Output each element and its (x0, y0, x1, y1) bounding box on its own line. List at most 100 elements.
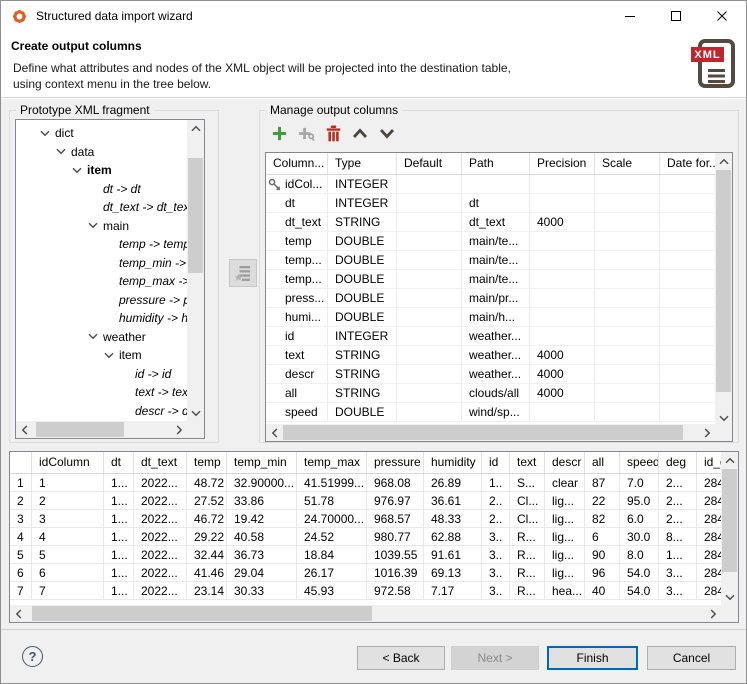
scroll-left-arrow-icon[interactable] (10, 605, 27, 622)
tree-node[interactable]: temp_min -> temp_min (16, 254, 187, 273)
scrollbar-thumb[interactable] (716, 170, 731, 392)
tree-node[interactable]: data (16, 143, 187, 162)
scrollbar-thumb[interactable] (32, 606, 372, 621)
table-cell[interactable]: weather... (462, 346, 530, 365)
output-column-row[interactable]: dtINTEGERdt (266, 194, 717, 213)
close-button[interactable] (699, 1, 745, 31)
table-cell[interactable]: DOUBLE (328, 308, 397, 327)
tree-node[interactable]: main (16, 217, 187, 236)
table-cell[interactable]: DOUBLE (328, 232, 397, 251)
table-cell[interactable]: INTEGER (328, 327, 397, 346)
column-header[interactable]: Default (397, 153, 462, 174)
table-cell[interactable] (595, 194, 660, 213)
table-cell[interactable]: temp... (266, 270, 328, 289)
table-cell[interactable]: clouds/all (462, 384, 530, 403)
preview-horizontal-scrollbar[interactable] (10, 605, 721, 622)
column-header[interactable]: temp_max (297, 452, 367, 473)
tree-node[interactable]: item (16, 346, 187, 365)
table-cell[interactable] (595, 175, 660, 194)
move-down-button[interactable] (376, 123, 398, 143)
table-cell[interactable]: press... (266, 289, 328, 308)
output-column-row[interactable]: descrSTRINGweather...4000 (266, 365, 717, 384)
scroll-up-arrow-icon[interactable] (715, 153, 732, 170)
table-cell[interactable] (660, 175, 717, 194)
table-cell[interactable] (660, 232, 717, 251)
column-header[interactable]: Precision (530, 153, 595, 174)
table-cell[interactable] (595, 403, 660, 422)
table-cell[interactable]: main/te... (462, 232, 530, 251)
table-cell[interactable]: DOUBLE (328, 403, 397, 422)
table-cell[interactable]: 4000 (530, 346, 595, 365)
table-cell[interactable] (660, 213, 717, 232)
tree-node[interactable]: dt_text -> dt_text (16, 198, 187, 217)
table-cell[interactable]: DOUBLE (328, 270, 397, 289)
chevron-down-icon[interactable] (104, 352, 119, 359)
column-header[interactable]: Scale (595, 153, 660, 174)
table-cell[interactable] (530, 308, 595, 327)
chevron-down-icon[interactable] (56, 148, 71, 155)
table-cell[interactable] (660, 270, 717, 289)
output-column-row[interactable]: tempDOUBLEmain/te... (266, 232, 717, 251)
column-header[interactable]: Path (462, 153, 530, 174)
table-cell[interactable] (397, 346, 462, 365)
preview-row[interactable]: 221...2022...27.5233.8651.78976.9736.612… (10, 492, 721, 510)
output-column-row[interactable]: idINTEGER weather... (266, 327, 717, 346)
column-header[interactable]: all (585, 452, 620, 473)
column-header[interactable]: Date for.. (660, 153, 717, 174)
scroll-right-arrow-icon[interactable] (698, 424, 715, 441)
table-cell[interactable] (530, 175, 595, 194)
columns-horizontal-scrollbar[interactable] (266, 424, 715, 441)
column-header[interactable]: temp_min (227, 452, 297, 473)
table-cell[interactable] (595, 346, 660, 365)
table-cell[interactable] (660, 365, 717, 384)
output-column-row[interactable]: textSTRINGweather...4000 (266, 346, 717, 365)
output-column-row[interactable]: temp...DOUBLEmain/te... (266, 270, 717, 289)
output-column-row[interactable]: dt_textSTRINGdt_text4000 (266, 213, 717, 232)
table-cell[interactable] (530, 251, 595, 270)
table-cell[interactable] (530, 403, 595, 422)
table-cell[interactable]: weather... (462, 327, 530, 346)
delete-column-button[interactable] (322, 123, 344, 143)
table-cell[interactable]: dt_text (462, 213, 530, 232)
column-header[interactable]: humidity (424, 452, 482, 473)
table-cell[interactable]: dt (462, 194, 530, 213)
table-cell[interactable] (595, 232, 660, 251)
preview-row[interactable]: 661...2022...41.4629.0426.171016.3969.13… (10, 564, 721, 582)
scrollbar-thumb[interactable] (283, 425, 683, 440)
table-cell[interactable] (530, 270, 595, 289)
tree-node[interactable]: humidity -> humidity (16, 309, 187, 328)
output-column-row[interactable]: allSTRINGclouds/all4000 (266, 384, 717, 403)
table-cell[interactable]: temp... (266, 251, 328, 270)
column-header[interactable]: temp (187, 452, 227, 473)
add-key-column-button[interactable] (295, 123, 317, 143)
table-cell[interactable] (595, 365, 660, 384)
table-cell[interactable]: STRING (328, 213, 397, 232)
scroll-up-arrow-icon[interactable] (187, 120, 204, 137)
finish-button[interactable]: Finish (547, 646, 638, 670)
table-cell[interactable] (595, 308, 660, 327)
table-cell[interactable] (660, 346, 717, 365)
table-cell[interactable] (530, 194, 595, 213)
scroll-up-arrow-icon[interactable] (721, 452, 738, 469)
preview-row[interactable]: 771...2022...23.1430.3345.93972.587.173.… (10, 582, 721, 600)
table-cell[interactable] (595, 270, 660, 289)
table-cell[interactable]: id (266, 327, 328, 346)
table-cell[interactable]: 4000 (530, 213, 595, 232)
column-header[interactable]: pressure (367, 452, 424, 473)
preview-row[interactable]: 551...2022...32.4436.7318.841039.5591.61… (10, 546, 721, 564)
tree-node[interactable]: id -> id (16, 365, 187, 384)
next-button[interactable]: Next > (451, 646, 539, 670)
table-cell[interactable] (462, 175, 530, 194)
tree-node[interactable]: temp_max -> temp_max (16, 272, 187, 291)
tree-horizontal-scrollbar[interactable] (16, 421, 187, 438)
table-cell[interactable]: 4000 (530, 365, 595, 384)
column-header[interactable]: speed (620, 452, 659, 473)
columns-vertical-scrollbar[interactable] (715, 153, 732, 426)
table-cell[interactable]: text (266, 346, 328, 365)
table-cell[interactable] (530, 232, 595, 251)
table-cell[interactable] (660, 194, 717, 213)
table-cell[interactable] (397, 289, 462, 308)
chevron-down-icon[interactable] (72, 167, 87, 174)
tree-vertical-scrollbar[interactable] (187, 120, 204, 421)
maximize-button[interactable] (653, 1, 699, 31)
